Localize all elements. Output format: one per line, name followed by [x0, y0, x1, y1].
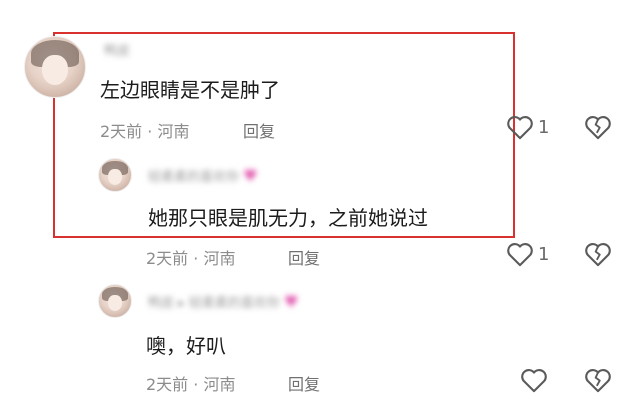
comment-text: 左边眼睛是不是肿了 [100, 78, 280, 102]
avatar[interactable] [98, 158, 132, 192]
comment-meta: 2天前 · 河南 [146, 375, 236, 394]
comment-username[interactable]: 鸭皮 [104, 40, 130, 59]
heart-outline-icon[interactable] [520, 367, 548, 393]
like-count: 1 [538, 244, 550, 265]
comment-username[interactable]: 鸭皮 ▸ 轻柔柔的喜欢你 ♥ [148, 292, 298, 311]
broken-heart-icon[interactable] [584, 114, 612, 140]
comment-meta: 2天前 · 河南 [146, 249, 236, 268]
reply-button[interactable]: 回复 [288, 371, 320, 395]
comment-username[interactable]: 轻柔柔的喜欢你 ♥ [148, 166, 258, 185]
heart-outline-icon[interactable] [506, 114, 534, 140]
comment-text: 噢，好叭 [146, 334, 226, 358]
avatar[interactable] [98, 284, 132, 318]
comment-text: 她那只眼是肌无力，之前她说过 [148, 206, 428, 230]
broken-heart-icon[interactable] [584, 241, 612, 267]
comment-meta: 2天前 · 河南 [100, 122, 190, 141]
avatar[interactable] [24, 36, 86, 98]
heart-outline-icon[interactable] [506, 241, 534, 267]
like-count: 1 [538, 117, 550, 138]
reply-button[interactable]: 回复 [288, 245, 320, 269]
broken-heart-icon[interactable] [584, 367, 612, 393]
reply-button[interactable]: 回复 [243, 118, 275, 142]
